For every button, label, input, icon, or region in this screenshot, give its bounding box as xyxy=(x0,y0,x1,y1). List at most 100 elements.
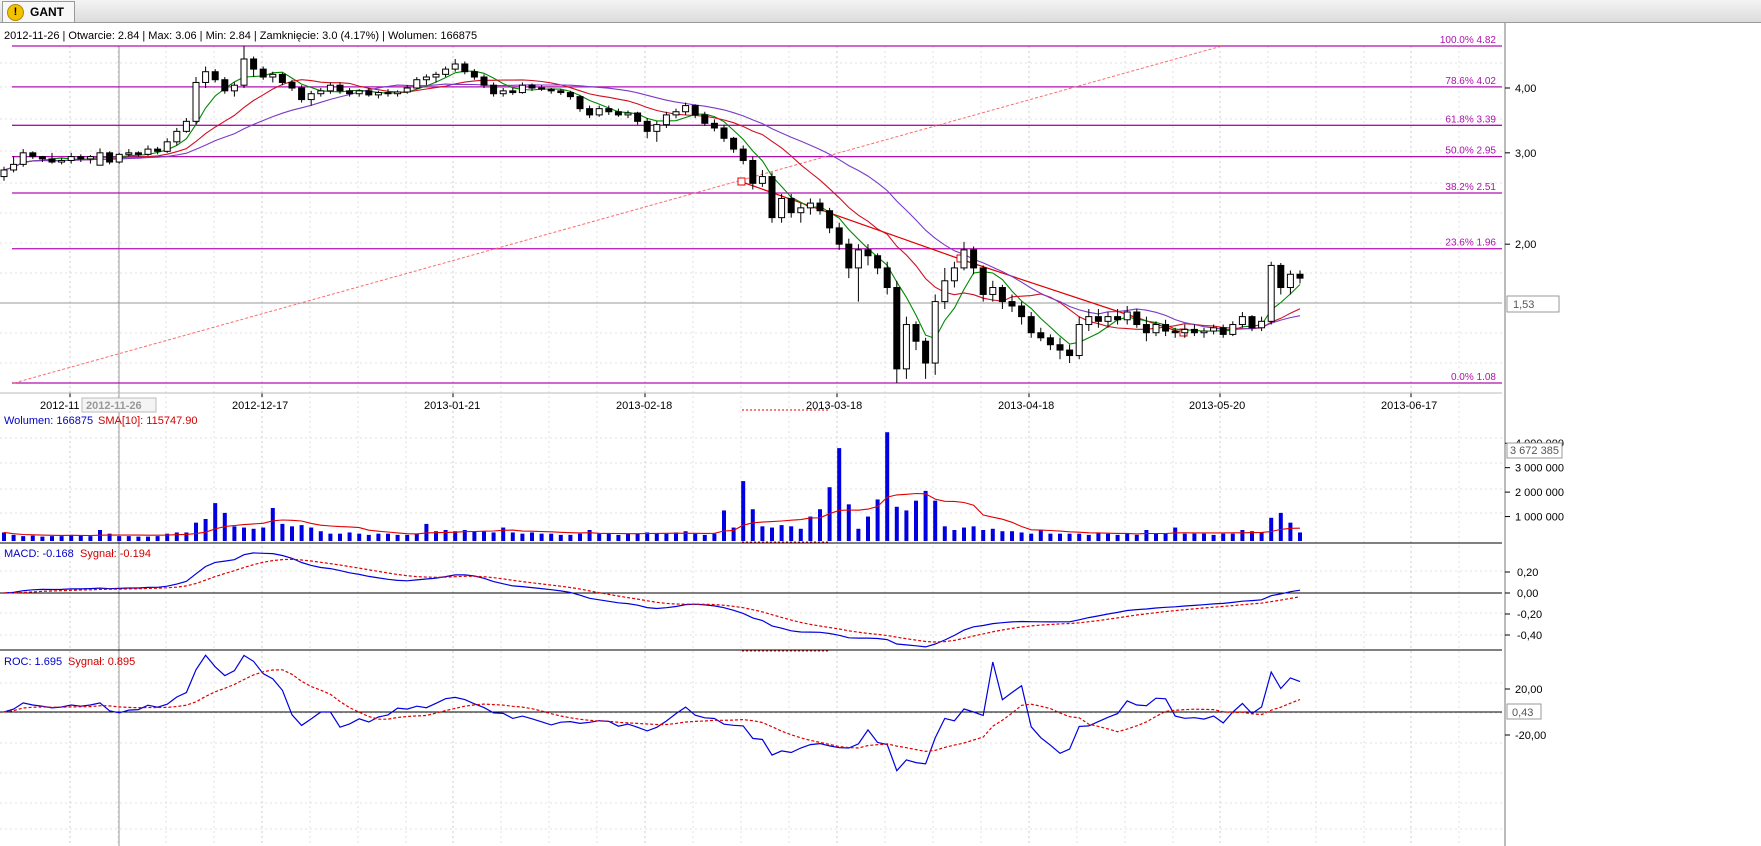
candle-body xyxy=(768,176,776,219)
volume-bar xyxy=(328,533,333,541)
candle-body xyxy=(422,76,430,81)
volume-bar xyxy=(510,532,515,541)
x-axis-label: 2013-06-17 xyxy=(1381,400,1437,412)
price-tick-label: 4,00 xyxy=(1515,83,1536,95)
x-axis-label: 2012-11 xyxy=(40,400,80,412)
candle-body xyxy=(912,324,920,342)
roc-tick-label: 20,00 xyxy=(1515,684,1543,696)
volume-bar xyxy=(616,534,621,541)
candle-body xyxy=(1210,327,1218,332)
candle-body xyxy=(1094,316,1102,322)
volume-bar xyxy=(184,532,189,541)
volume-legend: Wolumen: 166875 xyxy=(4,415,93,427)
chart-area[interactable]: 100.0% 4.82 78.6% 4.02 61.8% 3.39 50.0% 2.9… xyxy=(0,23,1761,846)
volume-bar xyxy=(942,526,947,541)
volume-bar xyxy=(155,536,160,541)
candle-body xyxy=(835,227,843,245)
volume-bar xyxy=(702,534,707,541)
volume-bar xyxy=(117,536,122,541)
candle-body xyxy=(106,152,114,163)
volume-bar xyxy=(1211,534,1216,541)
volume-bar xyxy=(1182,533,1187,541)
volume-bar xyxy=(654,533,659,541)
instrument-tab[interactable]: ! GANT xyxy=(2,1,75,22)
volume-bar xyxy=(1019,532,1024,541)
x-axis-label: 2013-01-21 xyxy=(424,400,480,412)
volume-bar xyxy=(357,533,362,541)
candle-body xyxy=(269,73,277,78)
macd-tick-label: -0,20 xyxy=(1517,609,1542,621)
volume-bar xyxy=(1240,530,1245,541)
candle-body xyxy=(1238,316,1246,326)
candle-body xyxy=(845,243,853,269)
candle-body xyxy=(739,148,747,161)
candle-body xyxy=(931,301,939,364)
candle-body xyxy=(970,249,978,269)
volume-bar xyxy=(59,536,64,541)
candle-body xyxy=(720,127,728,139)
volume-bar xyxy=(30,535,35,541)
volume-bar xyxy=(146,536,150,541)
candle-body xyxy=(586,108,594,116)
candle-body xyxy=(38,156,46,160)
candle-body xyxy=(1258,320,1266,329)
candle-body xyxy=(538,87,546,90)
candle-body xyxy=(1037,332,1045,339)
volume-bar xyxy=(1106,533,1110,541)
volume-bar xyxy=(914,500,918,541)
volume-bar xyxy=(242,527,246,541)
candle-body xyxy=(432,73,440,78)
tab-bar: ! GANT xyxy=(0,0,1761,23)
candle-body xyxy=(1162,324,1170,332)
volume-bar xyxy=(21,536,26,541)
volume-bar xyxy=(558,534,563,541)
volume-bar xyxy=(750,509,755,541)
fib-label: 100.0% 4.82 xyxy=(1440,35,1497,46)
candle-body xyxy=(48,158,56,163)
candle-body xyxy=(691,105,699,116)
x-axis-label: 2013-05-20 xyxy=(1189,400,1245,412)
price-tick-label: 3,00 xyxy=(1515,148,1536,160)
candle-body xyxy=(307,93,315,101)
candle-body xyxy=(960,249,968,269)
macd-line xyxy=(3,552,1301,648)
candle-body xyxy=(77,156,85,160)
volume-bar xyxy=(443,530,448,541)
volume-bar xyxy=(933,500,938,541)
candle-body xyxy=(730,137,738,150)
cursor-date-label: 2012-11-26 xyxy=(86,400,142,412)
volume-bar xyxy=(1192,533,1197,541)
candle-body xyxy=(605,108,613,113)
candle-body xyxy=(576,96,584,110)
candle-body xyxy=(797,207,805,214)
fib-label: 61.8% 3.39 xyxy=(1445,114,1496,125)
candle-body xyxy=(979,267,987,295)
volume-bar xyxy=(539,533,544,541)
volume-bar xyxy=(1278,512,1283,541)
fib-label: 23.6% 1.96 xyxy=(1445,238,1496,249)
x-axis-label: 2013-02-18 xyxy=(616,400,672,412)
candle-body xyxy=(1181,328,1189,334)
volume-bar xyxy=(347,532,352,541)
axes: 4,00 3,00 2,00 1,53 2012-11 2012-12-17 2013-01… xyxy=(0,23,1564,846)
volume-bar xyxy=(261,527,266,541)
candle-body xyxy=(336,84,344,92)
candle-body xyxy=(1046,337,1054,346)
candle-body xyxy=(950,267,958,282)
candle-body xyxy=(125,152,133,155)
volume-bar xyxy=(386,533,390,541)
volume-bar xyxy=(11,534,16,541)
candle-body xyxy=(1267,264,1275,322)
candle-body xyxy=(1171,330,1179,334)
volume-bar xyxy=(683,531,688,541)
candle-body xyxy=(230,84,238,92)
volume-bar xyxy=(1096,532,1101,541)
candle-body xyxy=(67,156,75,161)
candle-body xyxy=(192,81,200,122)
candle-body xyxy=(19,152,27,165)
candle-body xyxy=(1277,264,1285,289)
volume-bar xyxy=(40,536,45,541)
fib-label: 0.0% 1.08 xyxy=(1451,372,1496,383)
candle-body xyxy=(470,71,478,78)
candle-body xyxy=(1018,305,1026,318)
